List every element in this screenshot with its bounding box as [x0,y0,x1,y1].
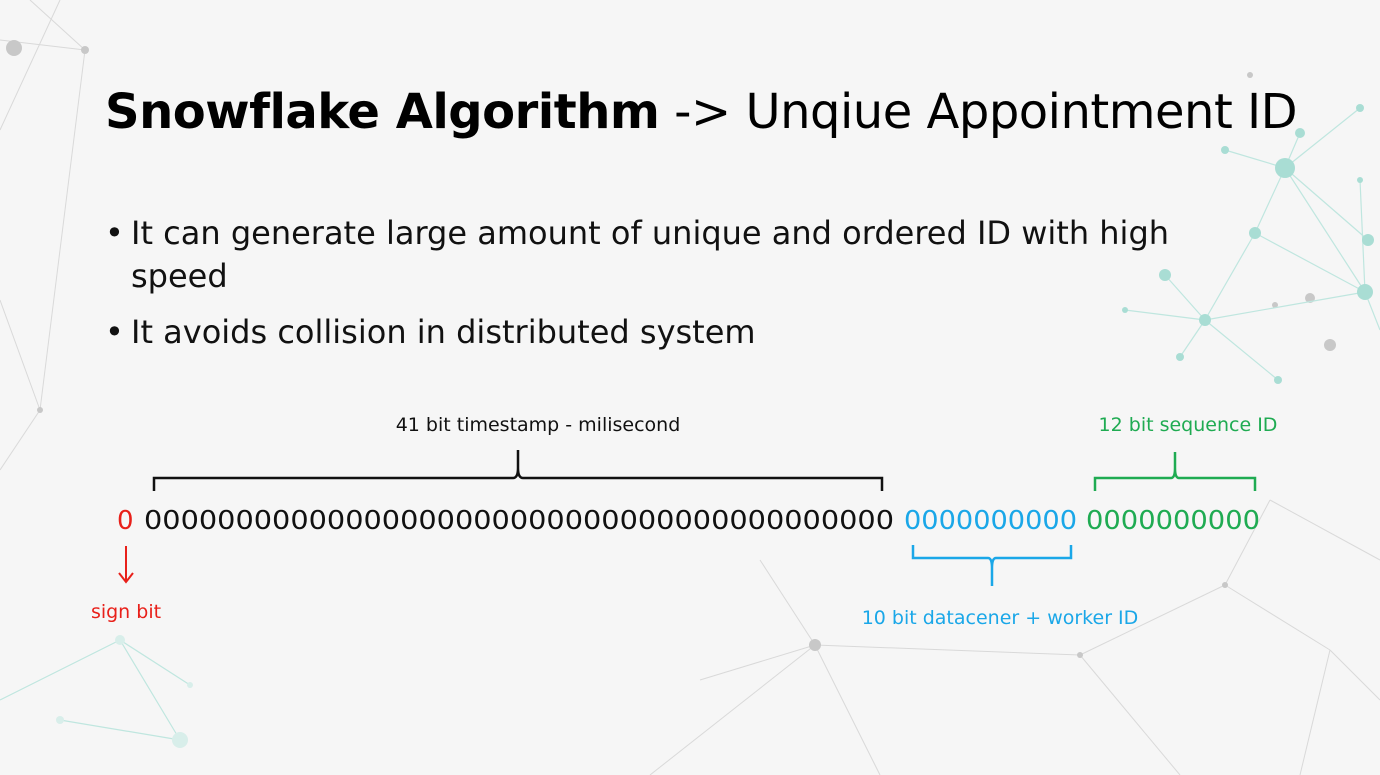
sequence-label: 12 bit sequence ID [1099,414,1278,436]
worker-label: 10 bit datacener + worker ID [862,607,1139,629]
sequence-bits: 0000000000 [1086,506,1260,536]
timestamp-bits: 0000000000000000000000000000000000000000… [144,506,894,536]
worker-brace [911,545,1073,586]
sign-bit-label: sign bit [91,601,161,623]
sequence-brace [1093,452,1257,491]
timestamp-brace [152,450,884,491]
bullet-item: It avoids collision in distributed syste… [105,311,1225,354]
bullet-list: It can generate large amount of unique a… [105,212,1225,367]
timestamp-label: 41 bit timestamp - milisecond [396,414,681,436]
slide-title: Snowflake Algorithm -> Unqiue Appointmen… [105,82,1298,142]
title-rest-part: -> Unqiue Appointment ID [659,84,1298,140]
sign-bit-value: 0 [117,506,134,536]
bullet-item: It can generate large amount of unique a… [105,212,1225,298]
title-bold-part: Snowflake Algorithm [105,84,660,140]
snowflake-bit-diagram: 41 bit timestamp - milisecond 12 bit seq… [91,414,1278,629]
worker-bits: 0000000000 [904,506,1077,536]
